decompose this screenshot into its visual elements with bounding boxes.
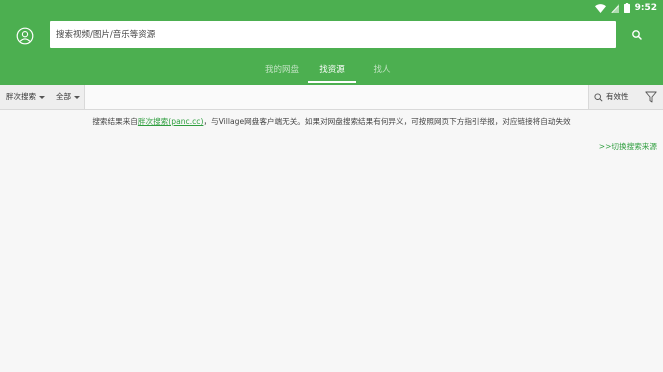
validity-filter-button[interactable]: 有效性 [594, 85, 629, 109]
tab-my-drive[interactable]: 我的网盘 [258, 59, 306, 83]
category-dropdown-label: 全部 [56, 92, 71, 101]
chevron-down-icon [39, 95, 45, 99]
search-input[interactable] [50, 21, 596, 48]
filter-bar: 胖次搜索 全部 有效性 [0, 85, 663, 110]
signal-icon [610, 3, 619, 13]
source-site-link[interactable]: 胖次搜索(panc.cc) [138, 117, 204, 126]
search-source-notice: 搜索结果来自胖次搜索(panc.cc)，与Village网盘客户端无关。如果对网… [0, 116, 663, 127]
switch-source-link[interactable]: >>切换搜索来源 [599, 141, 657, 152]
notice-prefix: 搜索结果来自 [92, 117, 138, 126]
funnel-icon[interactable] [645, 91, 657, 103]
tab-find-people[interactable]: 找人 [358, 59, 406, 83]
active-tab-indicator [308, 81, 356, 83]
source-dropdown-label: 胖次搜索 [6, 92, 36, 101]
status-bar: 9:52 [594, 2, 657, 14]
wifi-icon [594, 3, 606, 13]
search-icon[interactable] [630, 28, 644, 42]
tab-bar: 我的网盘 找资源 找人 [0, 59, 663, 85]
battery-icon [623, 3, 630, 13]
tab-find-resources[interactable]: 找资源 [308, 59, 356, 83]
filter-input[interactable] [84, 85, 589, 109]
status-time: 9:52 [634, 3, 657, 13]
search-icon [594, 92, 603, 102]
account-icon[interactable] [16, 27, 34, 45]
source-dropdown[interactable]: 胖次搜索 [6, 85, 45, 109]
notice-suffix: ，与Village网盘客户端无关。如果对网盘搜索结果有何异义，可按照网页下方指引… [203, 117, 571, 126]
search-box [50, 21, 616, 48]
validity-label: 有效性 [606, 92, 629, 101]
category-dropdown[interactable]: 全部 [56, 85, 80, 109]
chevron-down-icon [74, 95, 80, 99]
